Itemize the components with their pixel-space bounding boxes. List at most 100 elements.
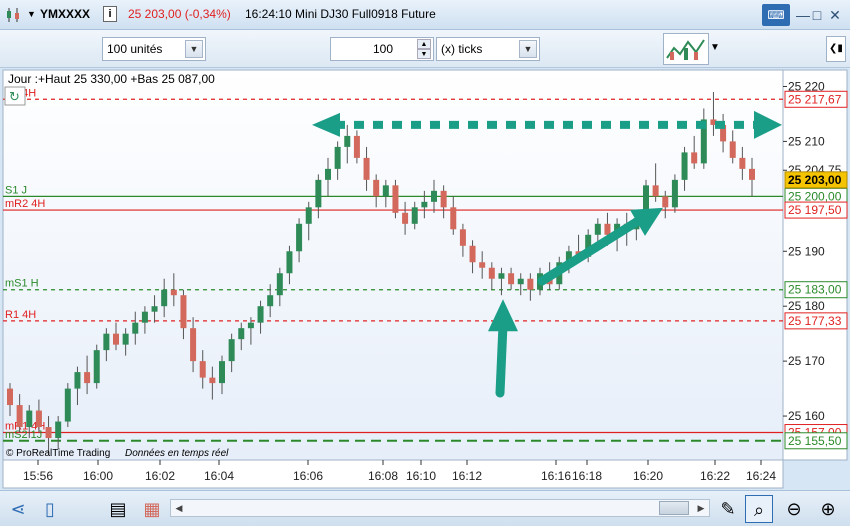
x-tick-label-7: 16:12 [452,469,482,483]
candle-body [440,190,447,208]
candle-body [662,196,669,208]
level-price-2: 25 197,50 [788,203,842,217]
candle-body [190,328,197,362]
candle-69[interactable] [671,174,678,213]
info-icon[interactable]: i [103,6,117,22]
candle-body [45,427,52,439]
price-change: 25 203,00 (-0,34%) [128,7,231,21]
candle-body [325,168,331,180]
chart-list-icon[interactable]: ▤ [104,495,132,523]
candle-body [122,333,129,345]
candle-body [498,273,505,279]
share-icon[interactable]: ⋖ [4,495,32,523]
footer-brand: © ProRealTime Trading [6,448,110,459]
side-panel-toggle-icon[interactable]: ❮▮ [826,36,846,62]
level-price-4: 25 177,33 [788,314,842,328]
candle-40[interactable] [392,179,399,219]
x-tick-label-1: 16:00 [83,469,113,483]
chart-header: Jour :+Haut 25 330,00 +Bas 25 087,00 [8,72,215,86]
candle-body [431,190,437,202]
candle-body [402,212,409,224]
chevron-down-icon[interactable]: ▼ [519,40,537,58]
y-tick-label-4: 25 180 [788,299,825,313]
scroll-left-icon[interactable]: ◀ [171,500,187,516]
candle-body [238,328,245,340]
price-axis[interactable] [782,69,848,461]
refresh-icon[interactable]: ↻ [4,86,26,106]
candle-body [344,135,351,147]
level-price-3: 25 183,00 [788,283,842,297]
candle-body [681,152,688,180]
symbol-dropdown-icon[interactable]: ▼ [27,9,36,19]
candle-body [729,141,736,158]
candle-body [257,306,264,323]
candle-body [161,289,168,307]
cursor-icon[interactable]: ✎ [714,495,742,523]
candle-body [382,185,389,197]
x-tick-label-6: 16:10 [406,469,436,483]
candle-body [671,179,678,208]
candle-body [363,157,370,180]
candle-body [411,207,418,224]
toolbox-dropdown-icon[interactable]: ▼ [710,42,720,53]
candle-body [64,388,71,422]
symbol-label[interactable]: YMXXXX [40,7,90,21]
candle-body [228,339,235,362]
candle-9[interactable] [93,344,100,389]
time-scrollbar[interactable]: ◀ ▶ [170,499,710,517]
units-select-value: 100 unités [107,42,163,56]
y-tick-label-6: 25 160 [788,409,825,423]
candle-body [103,333,110,351]
candle-body [652,185,659,197]
y-tick-label-3: 25 190 [788,244,825,258]
candle-6[interactable] [64,383,71,428]
order-toolbar: 100 unités ▼ 100 ▲ ▼ (x) ticks ▼ ▼ ❮▮ [0,30,850,68]
svg-text:↻: ↻ [9,90,20,105]
phone-icon[interactable]: ▯ [36,495,64,523]
stepper-up-icon[interactable]: ▲ [417,39,431,49]
bottom-toolbar: ⋖ ▯ ▤ ▦ ◀ ▶ ✎ ⌕ ⊖ ⊕ [0,490,850,526]
level-price-0: 25 217,67 [788,92,842,106]
x-tick-label-5: 16:08 [368,469,398,483]
last-price-label: 25 203,00 [788,173,842,187]
indicator-icon[interactable]: ▦ [138,495,166,523]
close-icon[interactable]: ✕ [824,4,846,26]
zoom-fit-icon[interactable]: ⌕ [745,495,773,523]
units-select[interactable]: 100 unités ▼ [102,37,206,61]
scroll-right-icon[interactable]: ▶ [693,500,709,516]
keyboard-icon[interactable]: ⌨ [762,4,790,26]
candle-body [450,207,457,230]
x-tick-label-8: 16:16 [541,469,571,483]
x-tick-label-0: 15:56 [23,469,53,483]
candle-body [209,377,216,384]
candle-body [517,278,524,285]
level-price-6: 25 155,50 [788,434,842,448]
scroll-thumb[interactable] [659,501,689,515]
quantity-stepper[interactable]: 100 ▲ ▼ [330,37,434,61]
chart-type-icon[interactable] [4,5,24,25]
candle-body [353,135,360,158]
x-tick-label-11: 16:22 [700,469,730,483]
candle-body [508,273,515,285]
indicator-toolbox-icon[interactable] [663,33,709,65]
chevron-down-icon[interactable]: ▼ [185,40,203,58]
x-tick-label-12: 16:24 [746,469,776,483]
zoom-out-icon[interactable]: ⊖ [780,495,808,523]
x-tick-label-9: 16:18 [572,469,602,483]
candle-body [151,306,158,312]
zoom-in-icon[interactable]: ⊕ [814,495,842,523]
candle-body [749,168,755,180]
price-chart[interactable]: R2 4H25 217,67S1 J25 200,00mR2 4H25 197,… [0,68,850,490]
candle-body [594,223,601,235]
stepper-down-icon[interactable]: ▼ [417,49,431,59]
quantity-value: 100 [372,42,393,56]
x-tick-label-3: 16:04 [204,469,234,483]
ticks-select[interactable]: (x) ticks ▼ [436,37,540,61]
up-arrow-shaft [495,320,508,398]
y-tick-label-0: 25 220 [788,79,825,93]
y-tick-label-1: 25 210 [788,134,825,148]
candle-body [305,207,312,224]
candle-body [35,410,42,428]
candle-body [527,278,534,290]
candle-body [276,273,283,296]
